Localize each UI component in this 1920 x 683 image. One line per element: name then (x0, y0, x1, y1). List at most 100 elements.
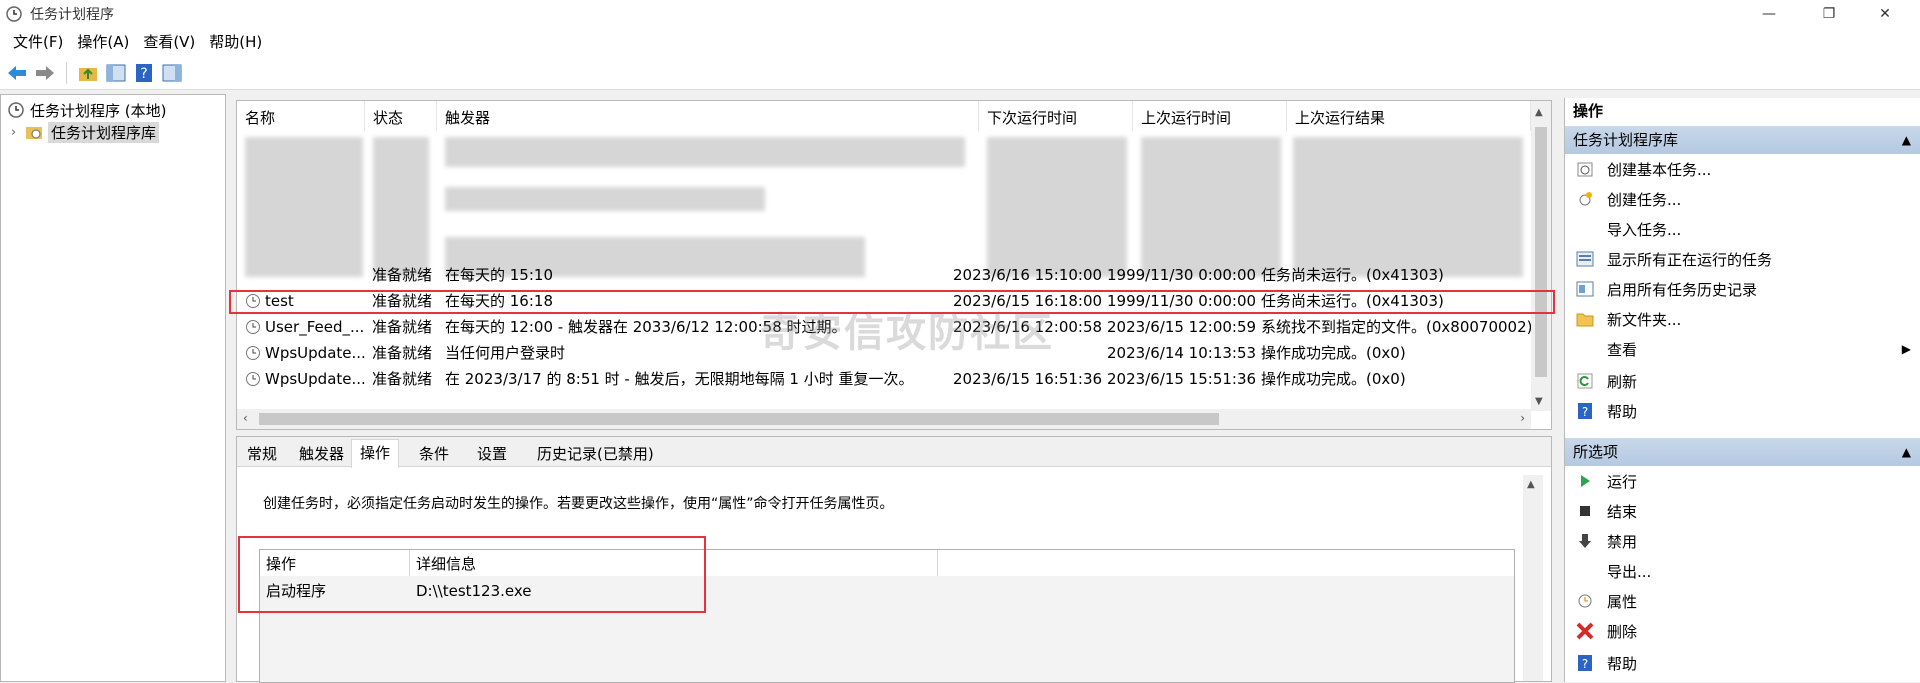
column-header-trigger[interactable]: 触发器 (437, 101, 979, 131)
history-icon (1575, 279, 1595, 299)
menu-file[interactable]: 文件(F) (6, 28, 70, 56)
action-label: 导入任务... (1607, 220, 1682, 239)
minimize-button[interactable]: — (1746, 0, 1792, 28)
action-end[interactable]: 结束 (1565, 496, 1920, 526)
task-last-result: 任务尚未运行。(0x41303) (1261, 266, 1444, 284)
task-last-result: 操作成功完成。(0x0) (1261, 344, 1406, 362)
tree-root[interactable]: 任务计划程序 (本地) (7, 99, 166, 121)
task-list-header: 名称 状态 触发器 下次运行时间 上次运行时间 上次运行结果 (237, 101, 1531, 131)
task-last-result: 操作成功完成。(0x0) (1261, 370, 1406, 388)
folder-up-icon[interactable] (75, 60, 101, 86)
toolbar-separator (66, 61, 67, 84)
tree-expander-icon[interactable]: › (11, 125, 25, 140)
task-last-run: 1999/11/30 0:00:00 (1107, 266, 1257, 284)
folder-icon (1575, 309, 1595, 329)
action-help-selected[interactable]: ? 帮助 (1565, 648, 1920, 678)
action-view[interactable]: 查看 ▶ (1565, 334, 1920, 364)
tree-library-label: 任务计划程序库 (48, 121, 160, 143)
action-run[interactable]: 运行 (1565, 466, 1920, 496)
column-header-last-result[interactable]: 上次运行结果 (1287, 101, 1531, 131)
menu-action[interactable]: 操作(A) (70, 28, 136, 56)
action-label: 帮助 (1607, 654, 1638, 673)
restore-button[interactable]: ❐ (1806, 0, 1852, 28)
tab-history[interactable]: 历史记录(已禁用) (529, 441, 662, 467)
running-tasks-icon (1575, 249, 1595, 269)
tree-item-library[interactable]: › 任务计划程序库 (11, 121, 160, 143)
column-header-last-run[interactable]: 上次运行时间 (1133, 101, 1287, 131)
column-header-status[interactable]: 状态 (365, 101, 437, 131)
forward-icon[interactable] (32, 60, 58, 86)
task-list-vscroll[interactable]: ▲ ▼ (1531, 101, 1551, 411)
action-enable-history[interactable]: 启用所有任务历史记录 (1565, 274, 1920, 304)
collapse-icon[interactable]: ▲ (1902, 126, 1911, 154)
scroll-up-icon: ▲ (1535, 107, 1543, 118)
menu-help[interactable]: 帮助(H) (202, 28, 269, 56)
section-selected-item[interactable]: 所选项 ▲ (1565, 438, 1920, 466)
task-status: 准备就绪 (372, 344, 433, 362)
refresh-icon (1575, 371, 1595, 391)
console-tree: 任务计划程序 (本地) › 任务计划程序库 (0, 94, 226, 682)
tab-settings[interactable]: 设置 (469, 441, 515, 467)
task-last-run: 2023/6/15 15:51:36 (1107, 370, 1257, 388)
tab-triggers[interactable]: 触发器 (291, 441, 352, 467)
toolbar: ? (0, 56, 1920, 90)
action-label: 显示所有正在运行的任务 (1607, 250, 1773, 269)
column-header-name[interactable]: 名称 (237, 101, 365, 131)
selection-highlight-box (229, 290, 1555, 314)
action-show-running-tasks[interactable]: 显示所有正在运行的任务 (1565, 244, 1920, 274)
table-row[interactable]: WpsUpdate... 准备就绪 在 2023/3/17 的 8:51 时 -… (237, 366, 1531, 392)
action-label: 刷新 (1607, 372, 1638, 391)
show-hide-action-pane-icon[interactable] (159, 60, 185, 86)
task-clock-icon (246, 346, 260, 360)
action-disable[interactable]: 禁用 (1565, 526, 1920, 556)
column-header-next-run[interactable]: 下次运行时间 (979, 101, 1133, 131)
action-properties[interactable]: 属性 (1565, 586, 1920, 616)
action-label: 结束 (1607, 502, 1638, 521)
task-clock-icon (246, 320, 260, 334)
window-title: 任务计划程序 (30, 7, 114, 23)
collapse-icon[interactable]: ▲ (1902, 438, 1911, 466)
action-create-task[interactable]: 创建任务... (1565, 184, 1920, 214)
close-button[interactable]: ✕ (1862, 0, 1908, 28)
action-label: 禁用 (1607, 532, 1638, 551)
action-refresh[interactable]: 刷新 (1565, 366, 1920, 396)
action-new-folder[interactable]: 新文件夹... (1565, 304, 1920, 334)
help-icon: ? (1575, 401, 1595, 421)
details-vscroll[interactable]: ▲ (1523, 475, 1543, 681)
action-create-basic-task[interactable]: 创建基本任务... (1565, 154, 1920, 184)
action-label: 新文件夹... (1607, 310, 1682, 329)
scroll-right-icon: › (1520, 411, 1525, 425)
actions-description: 创建任务时，必须指定任务启动时发生的操作。若要更改这些操作，使用“属性”命令打开… (263, 496, 894, 512)
show-hide-console-tree-icon[interactable] (103, 60, 129, 86)
action-import-task[interactable]: 导入任务... (1565, 214, 1920, 244)
action-delete[interactable]: 删除 (1565, 616, 1920, 646)
submenu-arrow-icon: ▶ (1901, 342, 1911, 356)
column-header-blank (938, 550, 1514, 576)
tab-conditions[interactable]: 条件 (411, 441, 457, 467)
scroll-thumb[interactable] (1535, 127, 1547, 377)
tab-general[interactable]: 常规 (239, 441, 285, 467)
tab-actions[interactable]: 操作 (351, 439, 400, 468)
delete-icon (1575, 621, 1595, 641)
action-label: 启用所有任务历史记录 (1607, 280, 1758, 299)
run-icon (1575, 471, 1595, 491)
action-label: 删除 (1607, 622, 1638, 641)
back-icon[interactable] (4, 60, 30, 86)
scroll-up-icon: ▲ (1527, 479, 1535, 490)
task-list-hscroll[interactable]: ‹ › (237, 409, 1531, 429)
table-row[interactable]: 准备就绪 在每天的 15:10 2023/6/16 15:10:00 1999/… (237, 262, 1531, 288)
help-icon[interactable]: ? (131, 60, 157, 86)
end-icon (1575, 501, 1595, 521)
action-export[interactable]: 导出... (1565, 556, 1920, 586)
task-name: WpsUpdate... (265, 344, 366, 362)
action-highlight-box (238, 536, 706, 613)
menu-view[interactable]: 查看(V) (136, 28, 202, 56)
action-help[interactable]: ? 帮助 (1565, 396, 1920, 426)
task-trigger: 在 2023/3/17 的 8:51 时 - 触发后，无限期地每隔 1 小时 重… (445, 370, 914, 388)
hscroll-thumb[interactable] (259, 413, 1219, 425)
redacted-rows (237, 131, 1531, 283)
action-label: 属性 (1607, 592, 1638, 611)
section-library[interactable]: 任务计划程序库 ▲ (1565, 126, 1920, 154)
svg-text:?: ? (140, 66, 147, 82)
clock-app-icon (4, 4, 24, 24)
